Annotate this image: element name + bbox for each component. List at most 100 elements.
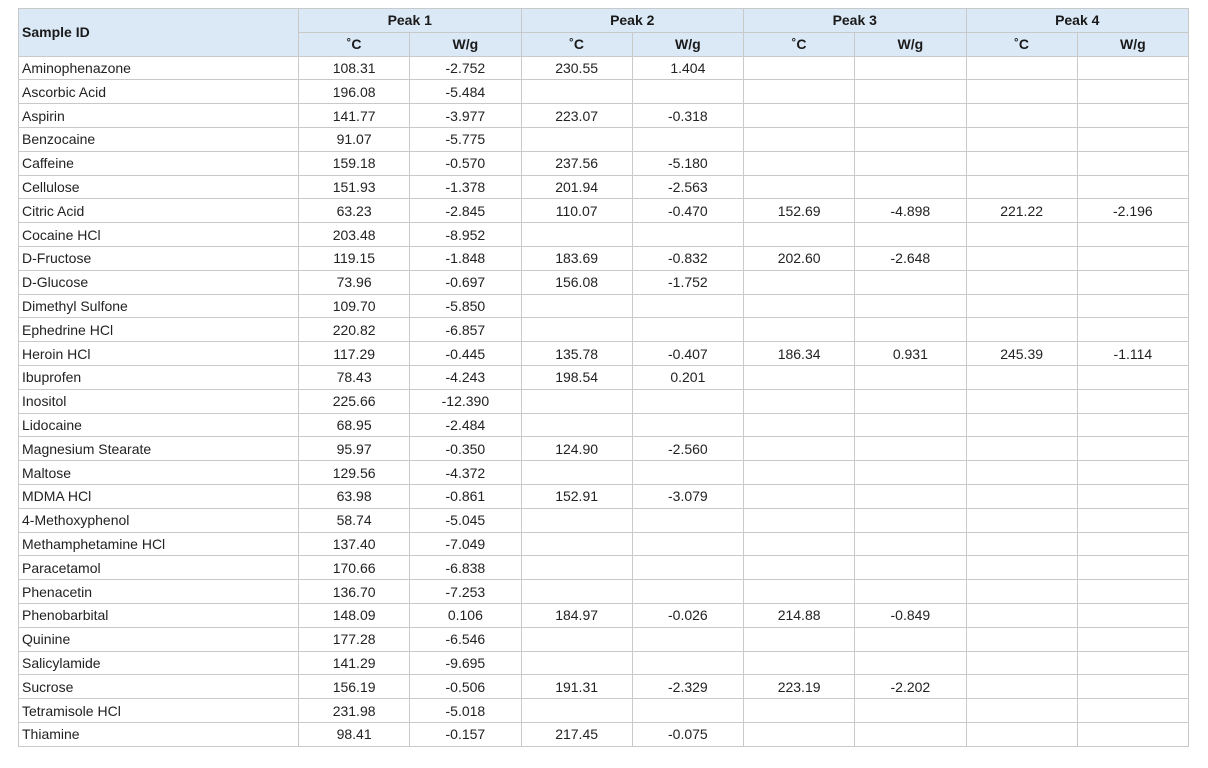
table-row: Tetramisole HCl 231.98 -5.018	[18, 698, 1190, 723]
heat-flow-cell	[854, 483, 967, 509]
heat-flow-cell: -12.390	[409, 388, 522, 414]
temperature-cell	[742, 269, 856, 295]
temperature-cell	[742, 174, 856, 200]
temperature-cell	[742, 388, 856, 414]
temperature-cell	[965, 174, 1078, 200]
dsc-peak-table: Sample ID Peak 1 Peak 2 Peak 3 Peak 4 ˚C…	[18, 8, 1190, 747]
heat-flow-cell: -0.157	[409, 721, 522, 747]
temperature-cell: 156.08	[520, 269, 633, 295]
temperature-cell	[965, 388, 1078, 414]
sample-name-cell: Cellulose	[18, 174, 299, 200]
table-row: Maltose 129.56 -4.372	[18, 460, 1190, 485]
temperature-cell: 225.66	[297, 388, 411, 414]
heat-flow-cell	[631, 460, 745, 485]
temperature-cell: 63.98	[297, 483, 411, 509]
heat-flow-cell: 0.201	[631, 364, 745, 390]
temperature-cell	[742, 721, 856, 747]
heat-flow-cell: -0.470	[631, 198, 745, 224]
temperature-cell: 184.97	[520, 602, 633, 628]
temperature-cell: 191.31	[520, 674, 633, 700]
heat-flow-cell	[854, 364, 967, 390]
temperature-cell: 136.70	[297, 579, 411, 604]
heat-flow-cell	[631, 650, 745, 676]
heat-flow-cell: -2.845	[409, 198, 522, 224]
heat-flow-cell	[1076, 293, 1190, 319]
heat-flow-cell: -2.329	[631, 674, 745, 700]
sample-name-cell: Methamphetamine HCl	[18, 531, 299, 557]
heat-flow-cell	[854, 79, 967, 105]
heat-flow-cell	[631, 317, 745, 343]
heat-flow-cell	[1076, 126, 1190, 152]
temperature-cell	[742, 55, 856, 81]
temperature-cell: 135.78	[520, 341, 633, 366]
temperature-cell	[965, 55, 1078, 81]
sample-name-cell: MDMA HCl	[18, 483, 299, 509]
table-row: D-Glucose 73.96 -0.697 156.08 -1.752	[18, 269, 1190, 295]
heat-flow-cell: -0.861	[409, 483, 522, 509]
table-row: Benzocaine 91.07 -5.775	[18, 126, 1190, 152]
sample-name-cell: Aspirin	[18, 103, 299, 128]
heat-flow-cell: -2.196	[1076, 198, 1190, 224]
sample-name-cell: Dimethyl Sulfone	[18, 293, 299, 319]
heat-flow-cell: -0.350	[409, 436, 522, 462]
heat-flow-cell: -5.045	[409, 507, 522, 533]
table-row: Ibuprofen 78.43 -4.243 198.54 0.201	[18, 364, 1190, 390]
temperature-cell	[965, 674, 1078, 700]
heat-flow-cell	[854, 388, 967, 414]
sample-name-cell: D-Glucose	[18, 269, 299, 295]
temperature-cell: 217.45	[520, 721, 633, 747]
temperature-cell: 221.22	[965, 198, 1078, 224]
temperature-cell	[965, 483, 1078, 509]
heat-flow-cell: 0.931	[854, 341, 967, 366]
heat-flow-cell	[631, 79, 745, 105]
heat-flow-cell	[854, 650, 967, 676]
temperature-cell: 177.28	[297, 626, 411, 652]
temperature-cell	[520, 650, 633, 676]
temperature-cell: 110.07	[520, 198, 633, 224]
heat-flow-cell	[854, 317, 967, 343]
heat-flow-cell	[1076, 721, 1190, 747]
sample-name-cell: Tetramisole HCl	[18, 698, 299, 723]
sample-name-cell: Paracetamol	[18, 555, 299, 581]
heat-flow-cell	[1076, 579, 1190, 604]
heat-flow-cell	[1076, 626, 1190, 652]
table-row: 4-Methoxyphenol 58.74 -5.045	[18, 507, 1190, 533]
heat-flow-cell: -0.318	[631, 103, 745, 128]
heat-flow-cell: -2.484	[409, 412, 522, 438]
sample-name-cell: Ibuprofen	[18, 364, 299, 390]
heat-flow-cell: -1.114	[1076, 341, 1190, 366]
heat-flow-cell	[1076, 507, 1190, 533]
temperature-cell	[965, 531, 1078, 557]
unit-header-heat-flow: W/g	[409, 31, 522, 57]
heat-flow-cell	[854, 507, 967, 533]
heat-flow-cell	[1076, 317, 1190, 343]
table-row: Citric Acid 63.23 -2.845 110.07 -0.470 152.69…	[18, 198, 1190, 224]
heat-flow-cell: -6.546	[409, 626, 522, 652]
table-row: Phenacetin 136.70 -7.253	[18, 579, 1190, 604]
heat-flow-cell: -9.695	[409, 650, 522, 676]
temperature-cell	[742, 293, 856, 319]
table-row: Heroin HCl 117.29 -0.445 135.78 -0.407 186.34…	[18, 341, 1190, 366]
temperature-cell: 58.74	[297, 507, 411, 533]
temperature-cell	[965, 317, 1078, 343]
peak-2-header: Peak 2	[520, 8, 744, 33]
heat-flow-cell: -6.838	[409, 555, 522, 581]
temperature-cell	[742, 555, 856, 581]
temperature-cell	[742, 650, 856, 676]
table-row: Caffeine 159.18 -0.570 237.56 -5.180	[18, 150, 1190, 176]
temperature-cell: 108.31	[297, 55, 411, 81]
temperature-cell	[965, 626, 1078, 652]
temperature-cell: 141.29	[297, 650, 411, 676]
unit-header-temperature: ˚C	[297, 31, 411, 57]
temperature-cell: 73.96	[297, 269, 411, 295]
heat-flow-cell	[1076, 174, 1190, 200]
heat-flow-cell	[854, 269, 967, 295]
table-row: Aminophenazone 108.31 -2.752 230.55 1.404	[18, 55, 1190, 81]
heat-flow-cell	[1076, 483, 1190, 509]
heat-flow-cell	[631, 293, 745, 319]
heat-flow-cell	[854, 531, 967, 557]
temperature-cell	[965, 721, 1078, 747]
temperature-cell: 129.56	[297, 460, 411, 485]
temperature-cell	[520, 126, 633, 152]
heat-flow-cell: -2.563	[631, 174, 745, 200]
